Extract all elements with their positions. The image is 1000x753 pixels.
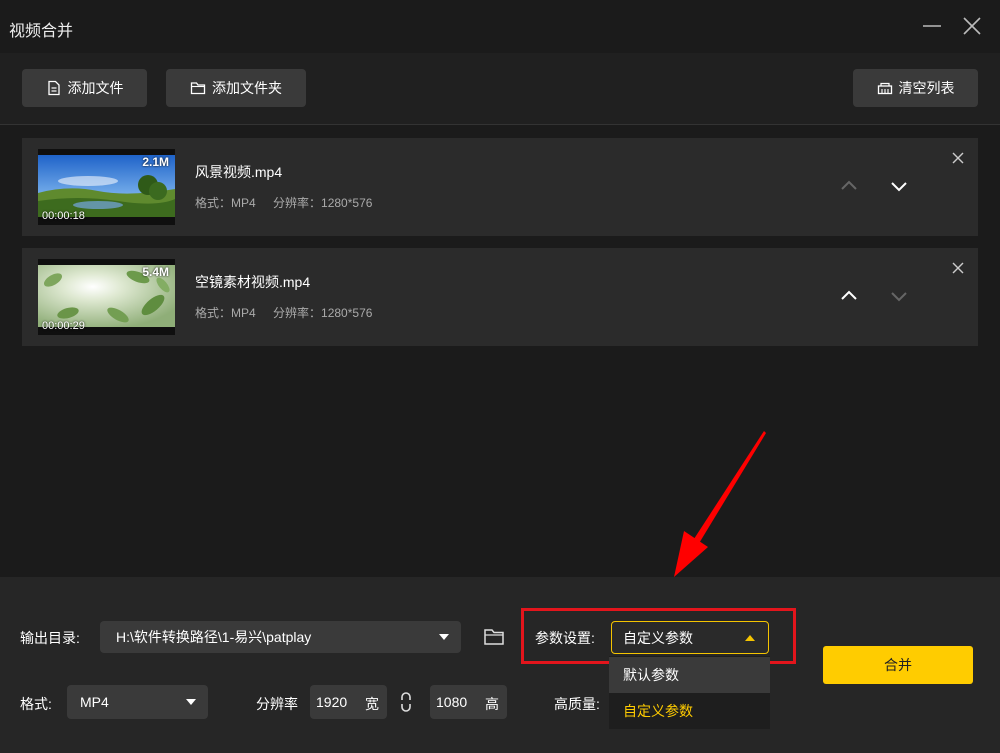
file-format: 格式：MP4 [195,196,256,210]
dropdown-option-custom[interactable]: 自定义参数 [609,693,770,729]
resolution-label: 分辨率 [256,696,298,712]
file-size: 5.4M [142,265,169,279]
format-label: 格式: [20,696,52,712]
list-item[interactable]: 5.4M 00:00:29 空镜素材视频.mp4 格式：MP4 分辨率：1280… [22,248,978,346]
toolbar: 添加文件 添加文件夹 清空列表 [0,53,1000,125]
height-input[interactable]: 1080 高 [430,685,507,719]
output-dir-label: 输出目录: [20,630,80,646]
file-format: 格式：MP4 [195,306,256,320]
file-resolution: 分辨率：1280*576 [273,196,373,210]
move-up-icon[interactable] [837,284,861,308]
folder-icon [190,80,206,96]
height-value: 1080 [436,694,468,710]
chevron-down-icon [186,699,196,705]
params-dropdown: 默认参数 自定义参数 [609,656,770,729]
output-dir-select[interactable]: H:\软件转换路径\1-易兴\patplay [100,621,461,653]
width-input[interactable]: 1920 宽 [310,685,387,719]
minimize-icon[interactable] [920,14,944,38]
video-thumbnail: 5.4M 00:00:29 [38,259,175,335]
file-list: 2.1M 00:00:18 风景视频.mp4 格式：MP4 分辨率：1280*5… [0,125,1000,577]
move-up-icon[interactable] [837,174,861,198]
title-bar: 视频合并 [0,0,1000,53]
file-meta: 格式：MP4 分辨率：1280*576 [195,194,386,211]
file-size: 2.1M [142,155,169,169]
quality-label: 高质量: [554,696,600,712]
file-icon [46,80,62,96]
move-down-icon[interactable] [887,174,911,198]
window-title: 视频合并 [9,23,74,40]
width-value: 1920 [316,694,348,710]
clear-list-label: 清空列表 [898,80,955,96]
link-aspect-icon[interactable] [398,690,414,714]
remove-item-icon[interactable] [950,260,966,276]
video-thumbnail: 2.1M 00:00:18 [38,149,175,225]
height-unit: 高 [485,696,499,712]
format-select[interactable]: MP4 [67,685,208,719]
video-duration: 00:00:29 [42,320,85,332]
add-folder-label: 添加文件夹 [212,80,282,96]
add-file-label: 添加文件 [67,80,124,96]
browse-folder-icon[interactable] [483,626,505,648]
move-down-icon[interactable] [887,284,911,308]
close-window-icon[interactable] [960,14,984,38]
file-resolution: 分辨率：1280*576 [273,306,373,320]
dropdown-option-default[interactable]: 默认参数 [609,657,770,693]
add-folder-button[interactable]: 添加文件夹 [166,69,306,107]
remove-item-icon[interactable] [950,150,966,166]
width-unit: 宽 [365,696,379,712]
list-item[interactable]: 2.1M 00:00:18 风景视频.mp4 格式：MP4 分辨率：1280*5… [22,138,978,236]
video-duration: 00:00:18 [42,210,85,222]
format-value: MP4 [80,694,109,710]
chevron-down-icon [439,634,449,640]
add-file-button[interactable]: 添加文件 [22,69,147,107]
clear-list-button[interactable]: 清空列表 [853,69,978,107]
file-meta: 格式：MP4 分辨率：1280*576 [195,304,386,321]
merge-button[interactable]: 合并 [823,646,973,684]
file-name: 风景视频.mp4 [195,164,283,180]
output-dir-value: H:\软件转换路径\1-易兴\patplay [116,629,312,645]
clear-broom-icon [877,80,893,96]
file-name: 空镜素材视频.mp4 [195,274,311,290]
